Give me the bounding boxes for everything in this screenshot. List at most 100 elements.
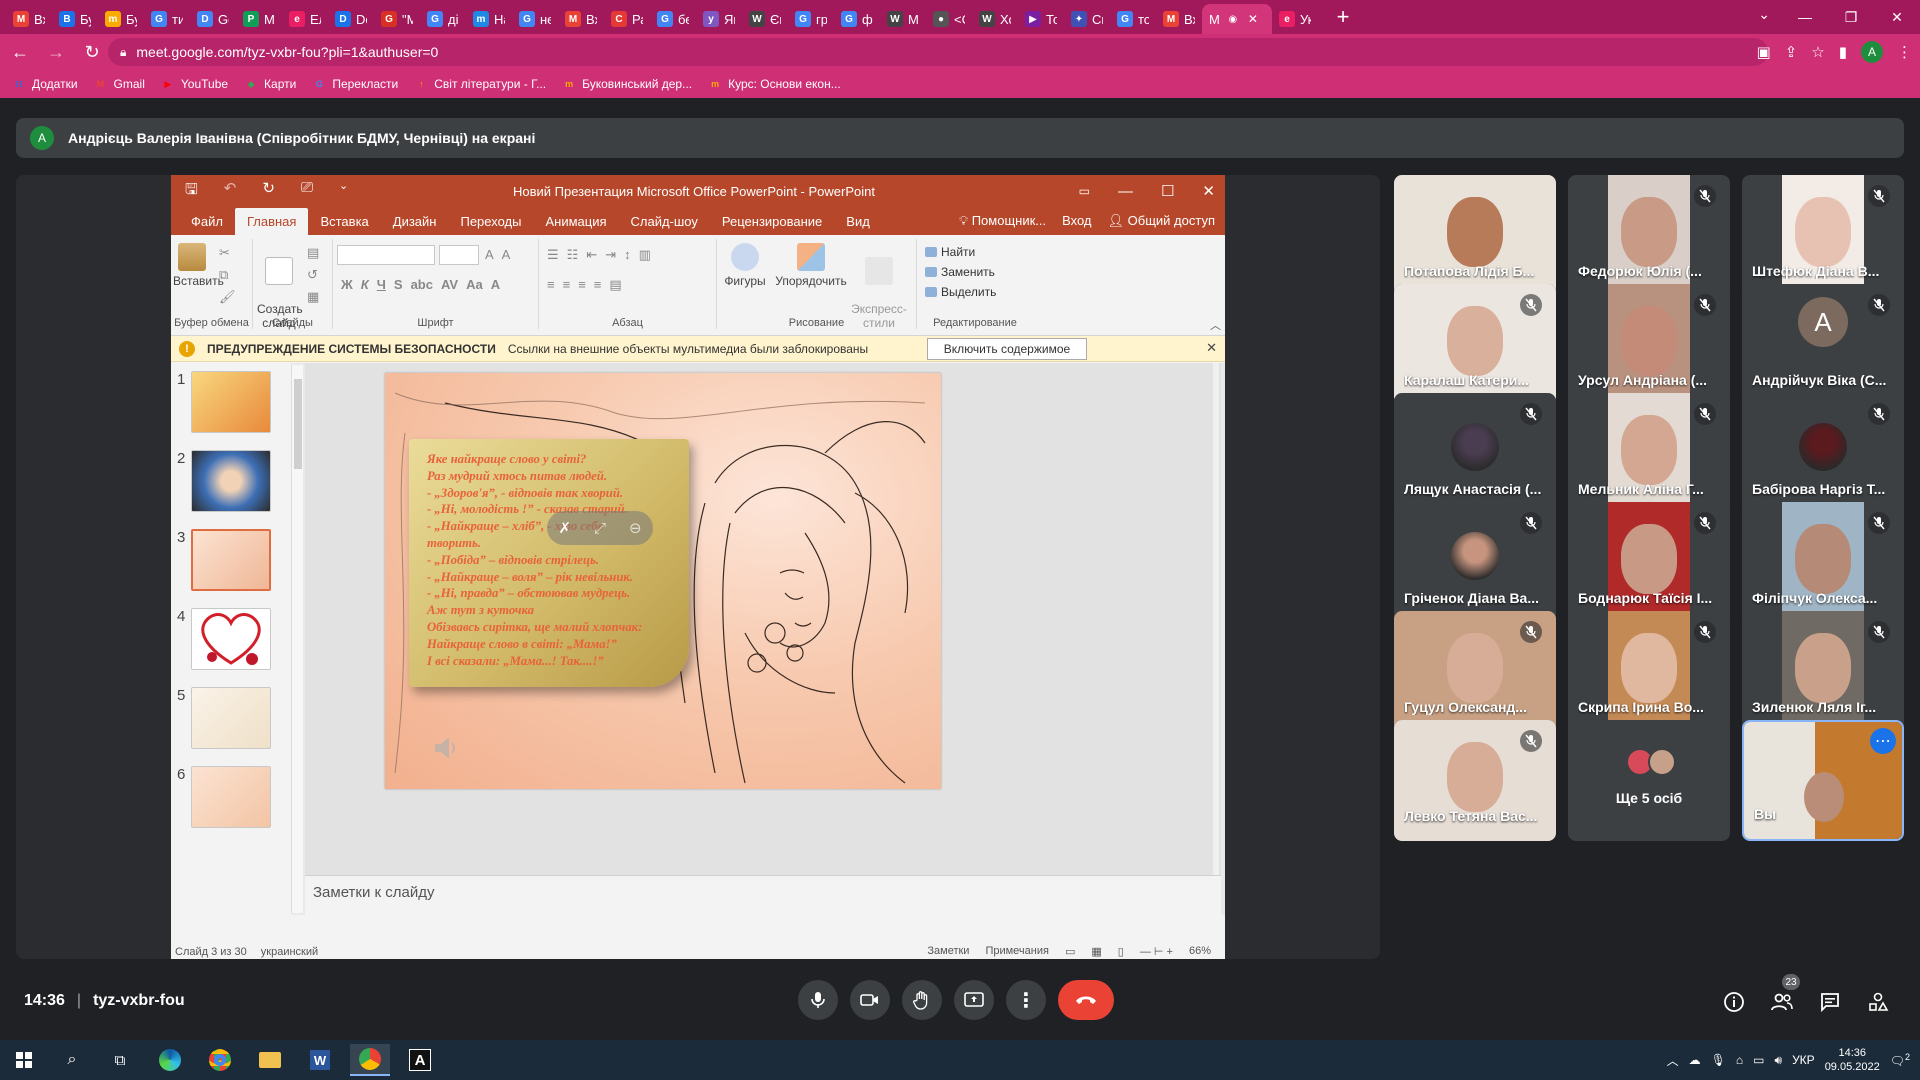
browser-tab[interactable]: Gней [512, 4, 558, 34]
bookmark-item[interactable]: ◆ Карти [244, 77, 297, 91]
layout-icon[interactable]: ▤ [307, 245, 319, 261]
camera-button[interactable] [850, 980, 890, 1020]
font-size-select[interactable] [439, 245, 479, 265]
reset-icon[interactable]: ↺ [307, 267, 319, 283]
slide-thumbnail[interactable] [191, 687, 271, 749]
camera-in-use-icon[interactable]: ▣ [1757, 43, 1771, 61]
browser-tab[interactable]: M Вхі [558, 4, 604, 34]
others-tile[interactable]: Ще 5 осіб [1568, 720, 1730, 841]
ribbon-display-icon[interactable]: ▭ [1079, 184, 1090, 198]
line-spacing-icon[interactable]: ↕ [624, 247, 631, 263]
browser-tab[interactable]: G "М [374, 4, 420, 34]
slide-thumbnail[interactable] [191, 529, 271, 591]
normal-view-icon[interactable]: ▭ [1065, 945, 1075, 958]
more-options-button[interactable]: ⋮ [1006, 980, 1046, 1020]
decrease-indent-icon[interactable]: ⇤ [586, 247, 597, 263]
select-button[interactable]: Выделить [925, 285, 996, 299]
increase-indent-icon[interactable]: ⇥ [605, 247, 616, 263]
ribbon-tab[interactable]: Главная [234, 208, 309, 235]
word-icon[interactable]: W [300, 1044, 340, 1076]
pp-maximize-icon[interactable]: ☐ [1161, 182, 1174, 200]
bookmark-item[interactable]: ↑ Світ літератури - Г... [414, 77, 546, 91]
media-overlay-controls[interactable]: ✗ ⤢ ⊖ [547, 511, 653, 545]
font-family-select[interactable] [337, 245, 435, 265]
participant-tile[interactable]: Зиленюк Ляля Іг... [1742, 611, 1904, 732]
security-close-icon[interactable]: ✕ [1206, 340, 1217, 356]
enable-content-button[interactable]: Включить содержимое [927, 338, 1087, 360]
participant-tile[interactable]: A Андрійчук Віка (С... [1742, 284, 1904, 405]
raise-hand-button[interactable] [902, 980, 942, 1020]
reading-view-icon[interactable]: ▯ [1118, 945, 1124, 958]
participant-tile[interactable]: Мельник Аліна Г... [1568, 393, 1730, 514]
save-icon[interactable]: 🖫︎ [185, 179, 198, 204]
browser-tab[interactable]: B Бук [52, 4, 98, 34]
bullets-icon[interactable]: ☰ [547, 247, 559, 263]
strikethrough-icon[interactable]: abc [411, 277, 433, 292]
minimize-icon[interactable]: — [1782, 0, 1828, 34]
tab-close-icon[interactable]: ✕ [1248, 12, 1258, 26]
self-tile[interactable]: ⋯ Вы [1742, 720, 1904, 841]
poem-textbox[interactable]: Яке найкраще слово у світі? Раз мудрий хт… [409, 439, 689, 687]
align-center-icon[interactable]: ≡ [563, 277, 571, 293]
align-right-icon[interactable]: ≡ [578, 277, 586, 293]
meeting-details-button[interactable] [1720, 988, 1748, 1016]
edge-icon[interactable] [150, 1044, 190, 1076]
side-panel-icon[interactable]: ▮ [1839, 43, 1847, 61]
task-view-icon[interactable]: ⧉ [100, 1044, 140, 1076]
profile-avatar[interactable]: A [1861, 41, 1883, 63]
ribbon-tab[interactable]: Дизайн [381, 214, 449, 235]
sorter-view-icon[interactable]: ▦ [1091, 945, 1101, 958]
bookmark-item[interactable]: ⁝⁝ Додатки [12, 77, 78, 91]
onedrive-icon[interactable]: ☁ [1689, 1053, 1701, 1067]
participant-tile[interactable]: Гуцул Олександ... [1394, 611, 1556, 732]
forward-icon[interactable]: → [40, 36, 72, 68]
zoom-level[interactable]: 66% [1189, 945, 1211, 958]
participant-tile[interactable]: Урсул Андріана (... [1568, 284, 1730, 405]
browser-tab[interactable]: C Рас [604, 4, 650, 34]
text-columns-icon[interactable]: ▤ [609, 277, 621, 293]
tab-search-icon[interactable]: ⌄ [1758, 6, 1770, 23]
case-icon[interactable]: Aa [466, 277, 483, 292]
paste-button[interactable]: Вставить [173, 243, 224, 288]
font-color-icon[interactable]: A [491, 277, 500, 292]
activities-button[interactable] [1864, 988, 1892, 1016]
browser-tab[interactable]: e Еле [282, 4, 328, 34]
fullscreen-icon[interactable]: ⤢ [594, 520, 606, 537]
ribbon-tab[interactable]: Вставка [308, 214, 380, 235]
browser-tab[interactable]: ● <С [926, 4, 972, 34]
copy-icon[interactable]: ⧉ [219, 267, 236, 283]
unpin-icon[interactable]: ✗ [558, 519, 571, 537]
chrome-active-icon[interactable] [350, 1044, 390, 1076]
remove-icon[interactable]: ⊖ [629, 519, 642, 537]
thumbnails-scrollbar[interactable] [291, 365, 303, 913]
bookmark-item[interactable]: M Gmail [94, 77, 145, 91]
restore-icon[interactable]: ❐ [1828, 0, 1874, 34]
chrome-taskbar-icon[interactable] [200, 1044, 240, 1076]
browser-tab[interactable]: Gгри [788, 4, 834, 34]
mic-tray-icon[interactable]: 🎙︎ [1711, 1053, 1726, 1067]
slide-notes[interactable]: Заметки к слайду [305, 875, 1221, 915]
grow-font-icon[interactable]: A [485, 247, 494, 262]
redo-icon[interactable]: ↻ [262, 179, 275, 204]
show-hidden-icons[interactable]: ︿ [1667, 1052, 1679, 1069]
participant-tile[interactable]: Лящук Анастасія (... [1394, 393, 1556, 514]
volume-icon[interactable]: 🔊︎ [1775, 1053, 1783, 1068]
slide-thumbnail[interactable] [191, 450, 271, 512]
close-icon[interactable]: ✕ [1874, 0, 1920, 34]
microphone-button[interactable] [798, 980, 838, 1020]
bookmark-item[interactable]: ▶ YouTube [161, 77, 228, 91]
browser-tab[interactable]: Gтир [144, 4, 190, 34]
reload-icon[interactable]: ↻ [76, 36, 108, 68]
browser-tab[interactable]: W Хо [972, 4, 1018, 34]
participant-tile[interactable]: Федорюк Юлія (... [1568, 175, 1730, 296]
tile-more-icon[interactable]: ⋯ [1870, 728, 1896, 754]
battery-icon[interactable]: ▭ [1753, 1053, 1764, 1067]
current-slide[interactable]: Яке найкраще слово у світі? Раз мудрий хт… [385, 373, 941, 789]
slide-thumbnail[interactable] [191, 766, 271, 828]
ribbon-tab[interactable]: Слайд-шоу [619, 214, 710, 235]
undo-icon[interactable]: ↶ [224, 179, 237, 204]
spacing-icon[interactable]: AV [441, 277, 458, 292]
menu-kebab-icon[interactable]: ⋮ [1897, 43, 1912, 61]
ribbon-tab[interactable]: Рецензирование [710, 214, 834, 235]
bookmark-star-icon[interactable]: ☆ [1811, 43, 1824, 61]
